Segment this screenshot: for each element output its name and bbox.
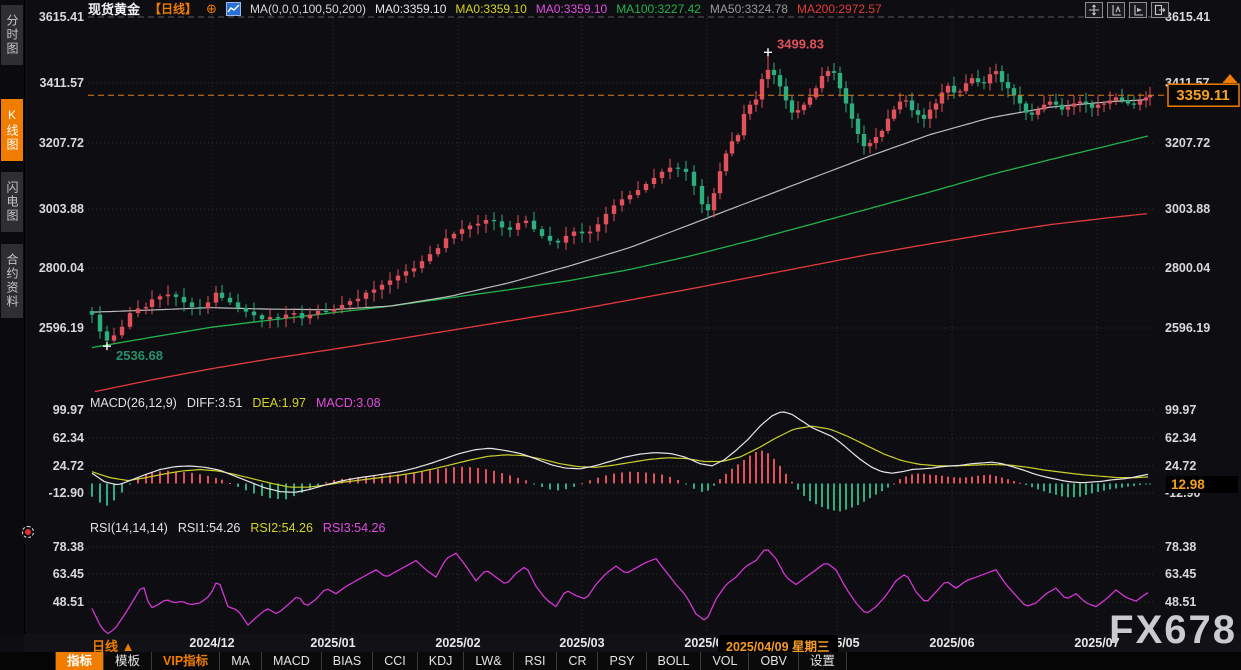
low-annotation: 2536.68 [116, 348, 163, 363]
macd-dea-value: DEA:1.97 [252, 396, 306, 410]
macd-diff-value: DIFF:3.51 [187, 396, 243, 410]
toolbar-items: 指标模板VIP指标MAMACDBIASCCIKDJLW&RSICRPSYBOLL… [55, 652, 847, 670]
rsi-line [92, 550, 1148, 634]
macd-pane-header: MACD(26,12,9) DIFF:3.51 DEA:1.97 MACD:3.… [90, 396, 381, 410]
macd-title: MACD(26,12,9) [90, 396, 177, 410]
macd-value-tag: 12.98 [1166, 476, 1238, 493]
svg-text:3359.11: 3359.11 [1176, 87, 1229, 104]
axis-scale-up-icon[interactable] [1107, 2, 1125, 18]
chart-app: 分时图 K线图 闪电图 合约资料 现货黄金 【日线】 ⊕ MA(0,0,0,10… [0, 0, 1241, 670]
axis-tick: 3615.41 [1165, 10, 1210, 24]
chart-tools [1085, 2, 1169, 18]
toolbar-item-obv[interactable]: OBV [749, 652, 798, 670]
symbol-name: 现货黄金 [88, 0, 140, 18]
toolbar-item-rsi[interactable]: RSI [514, 652, 558, 670]
rsi-title: RSI(14,14,14) [90, 521, 168, 535]
rsi-settings-icon[interactable] [22, 526, 34, 538]
axis-tick: 63.45 [1165, 567, 1196, 581]
rsi2-value: RSI2:54.26 [250, 521, 313, 535]
axis-tick: 78.38 [1165, 540, 1196, 554]
date-label: 2025/03 [559, 636, 604, 650]
macd-macd-value: MACD:3.08 [316, 396, 381, 410]
axis-tick: 62.34 [53, 431, 84, 445]
ma0-value-2: MA0:3359.10 [455, 2, 526, 16]
axis-tick: 3615.41 [39, 10, 84, 24]
low-marker [103, 342, 111, 350]
rsi1-value: RSI1:54.26 [178, 521, 241, 535]
toolbar-item-ma[interactable]: MA [220, 652, 262, 670]
axis-tick: 3207.72 [1165, 136, 1210, 150]
axis-tick: 3003.88 [39, 202, 84, 216]
axis-tick: 3207.72 [39, 136, 84, 150]
chart-canvas[interactable]: 3499.832536.683615.413615.413411.573411.… [0, 0, 1241, 670]
toolbar-item-psy[interactable]: PSY [598, 652, 646, 670]
date-label: 2025/06 [929, 636, 974, 650]
axis-tick: 62.34 [1165, 431, 1196, 445]
toolbar-item-[interactable]: 模板 [104, 652, 152, 670]
axis-tick: 99.97 [1165, 403, 1196, 417]
date-label: 2025/02 [435, 636, 480, 650]
toolbar-item-boll[interactable]: BOLL [647, 652, 702, 670]
rsi3-value: RSI3:54.26 [323, 521, 386, 535]
date-label: 2025/01 [310, 636, 355, 650]
toolbar-item-cci[interactable]: CCI [373, 652, 418, 670]
toolbar-item-lw[interactable]: LW& [464, 652, 513, 670]
toolbar-item-[interactable]: 指标 [55, 652, 104, 670]
toolbar-item-vip[interactable]: VIP指标 [152, 652, 220, 670]
ma200-line [95, 214, 1147, 392]
axis-tick: 48.51 [1165, 595, 1196, 609]
ma50-value: MA50:3324.78 [710, 2, 788, 16]
ma100-value: MA100:3227.42 [616, 2, 701, 16]
toolbar-item-[interactable]: 设置 [799, 652, 847, 670]
axis-tick: 48.51 [53, 595, 84, 609]
svg-text:12.98: 12.98 [1171, 477, 1205, 492]
exit-expand-icon[interactable] [1151, 2, 1169, 18]
axis-tick: 24.72 [1165, 459, 1196, 473]
ma0-value-3: MA0:3359.10 [536, 2, 607, 16]
axis-tick: 99.97 [53, 403, 84, 417]
axis-tick: -12.90 [49, 486, 84, 500]
toolbar-item-cr[interactable]: CR [557, 652, 598, 670]
watermark: FX678 [1109, 608, 1237, 653]
toolbar-item-macd[interactable]: MACD [262, 652, 322, 670]
axis-tick: 63.45 [53, 567, 84, 581]
rsi-pane-header: RSI(14,14,14) RSI1:54.26 RSI2:54.26 RSI3… [90, 521, 385, 535]
toolbar-item-bias[interactable]: BIAS [322, 652, 374, 670]
ma100-line [92, 136, 1148, 348]
ma-settings-label: MA(0,0,0,100,50,200) [250, 2, 366, 16]
date-axis: 日线 ▲ 2024/122025/012025/022025/032025/04… [24, 634, 1241, 652]
axis-tick: 78.38 [53, 540, 84, 554]
axis-scale-right-icon[interactable] [1129, 2, 1147, 18]
date-label: 2024/12 [189, 636, 234, 650]
bottom-toolbar: 指标模板VIP指标MAMACDBIASCCIKDJLW&RSICRPSYBOLL… [0, 652, 1241, 670]
axis-tick: 2800.04 [39, 261, 84, 275]
ma0-value-1: MA0:3359.10 [375, 2, 446, 16]
mini-chart-icon[interactable] [226, 2, 241, 16]
axis-tick: 24.72 [53, 459, 84, 473]
axis-tick: 3411.57 [40, 76, 85, 90]
high-annotation: 3499.83 [777, 36, 824, 51]
axis-tick: 2596.19 [39, 321, 84, 335]
ma50-line [92, 100, 1148, 313]
ma200-value: MA200:2972.57 [797, 2, 882, 16]
period-tag: 【日线】 [149, 0, 197, 17]
pan-crosshair-icon[interactable] [1085, 2, 1103, 18]
macd-histogram [91, 451, 1151, 512]
toolbar-item-vol[interactable]: VOL [701, 652, 749, 670]
high-marker [764, 48, 772, 56]
axis-tick: 3003.88 [1165, 202, 1210, 216]
chart-header: 现货黄金 【日线】 ⊕ MA(0,0,0,100,50,200) MA0:335… [88, 1, 882, 16]
price-alert-marker [1223, 75, 1237, 82]
toolbar-item-kdj[interactable]: KDJ [418, 652, 465, 670]
axis-tick: 2596.19 [1165, 321, 1210, 335]
add-compare-icon[interactable]: ⊕ [206, 1, 217, 17]
axis-tick: 2800.04 [1165, 261, 1210, 275]
